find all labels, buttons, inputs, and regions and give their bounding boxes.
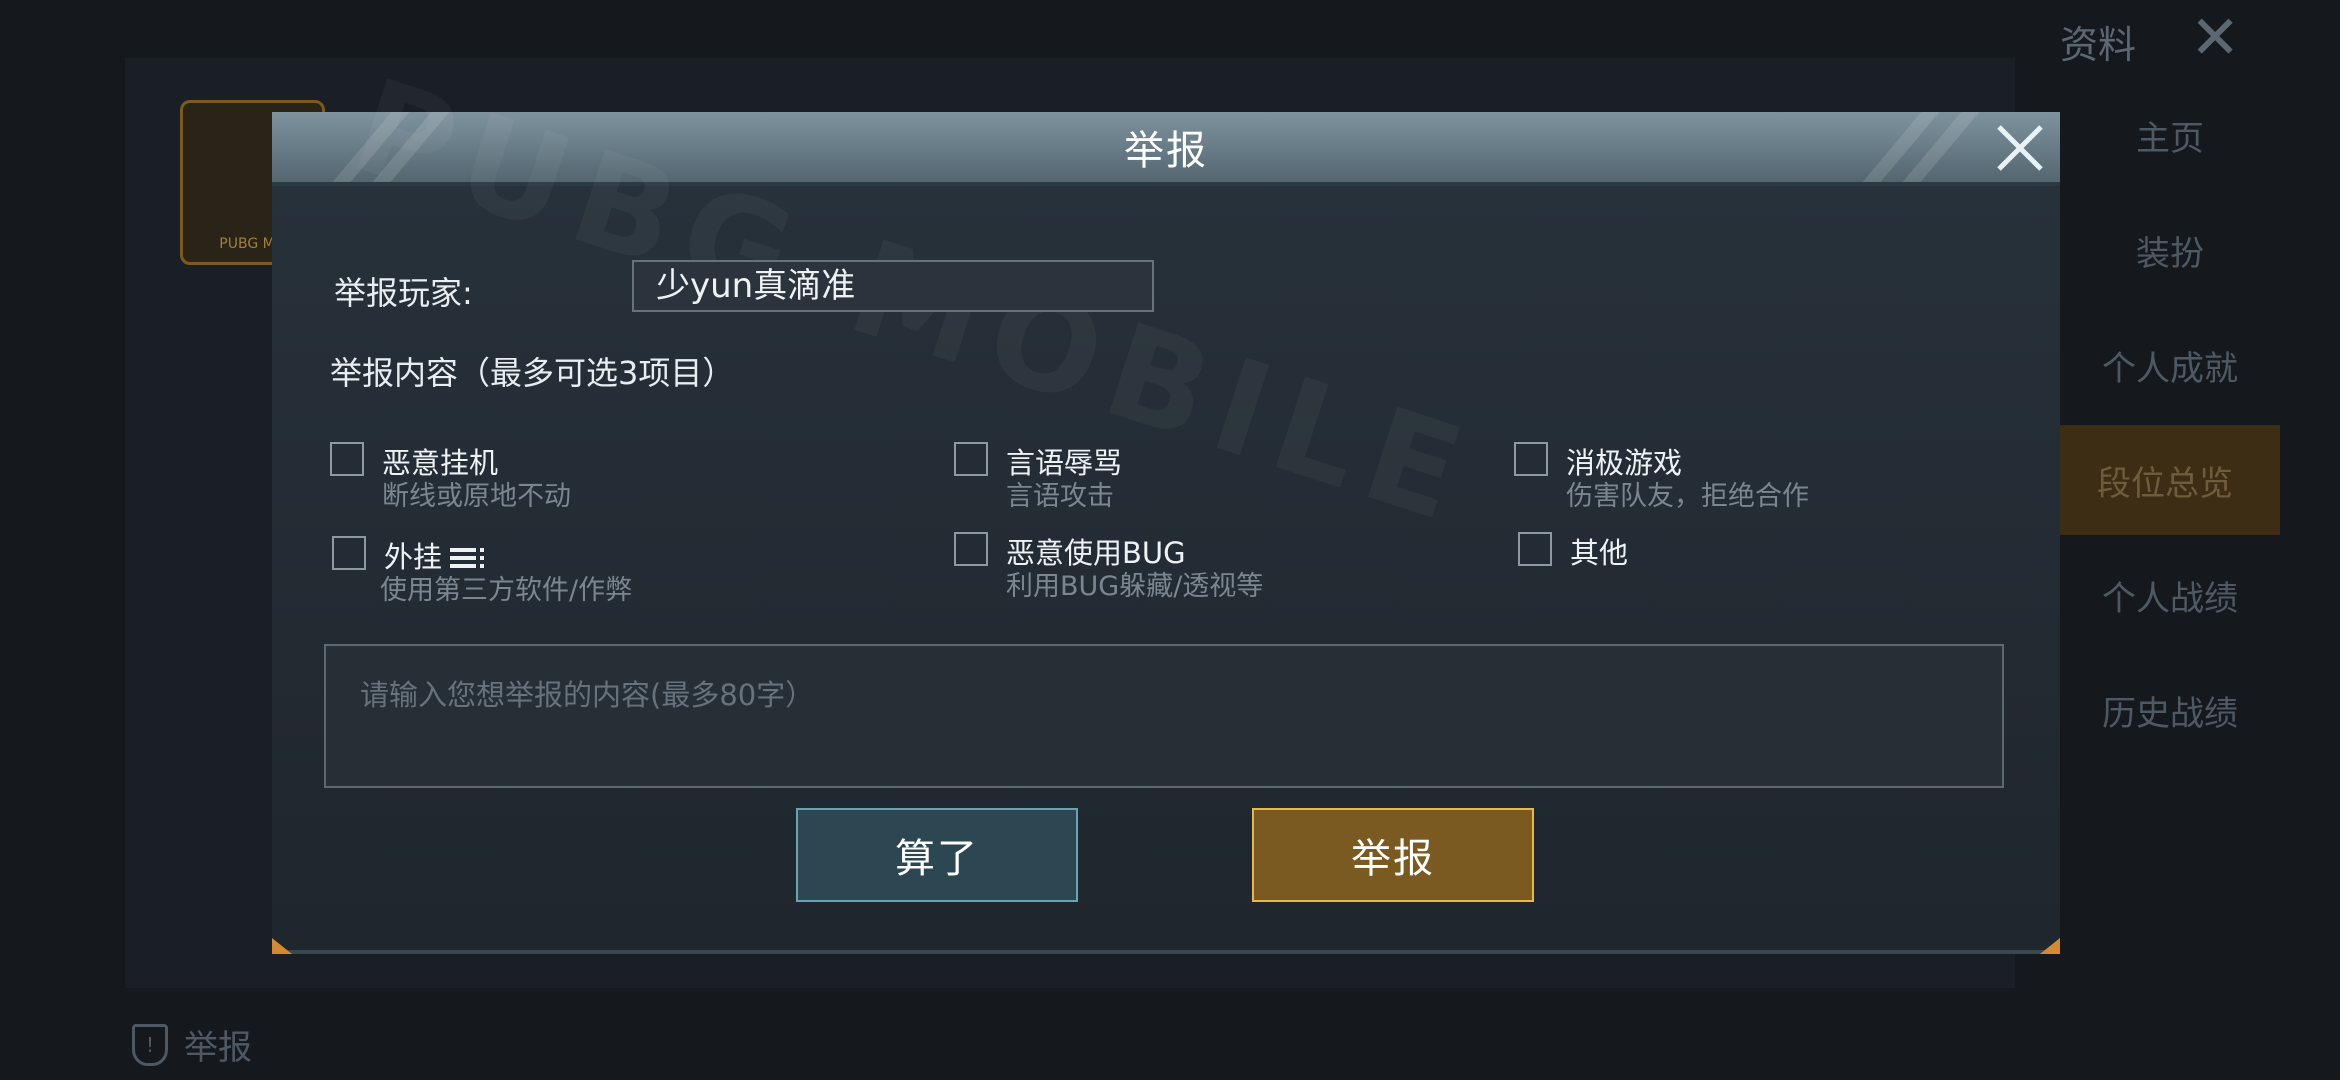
report-reason-textarea[interactable]: 请输入您想举报的内容(最多80字） [324, 644, 2004, 788]
player-name-field: 少yun真滴准 [632, 260, 1154, 312]
option-afk-subtitle: 断线或原地不动 [382, 481, 571, 512]
cancel-button[interactable]: 算了 [796, 808, 1078, 902]
profile-sidebar: 资料 ✕ 主页 装扮 个人成就 段位总览 个人战绩 历史战绩 [2030, 0, 2340, 1080]
checkbox-verbal-abuse[interactable] [954, 442, 988, 476]
submit-report-button[interactable]: 举报 [1252, 808, 1534, 902]
checkbox-afk[interactable] [330, 442, 364, 476]
sidebar-item-achievements[interactable]: 个人成就 [2030, 325, 2310, 405]
player-label: 举报玩家: [334, 274, 473, 312]
option-other-title: 其他 [1570, 536, 1629, 570]
corner-accent-left [272, 938, 292, 954]
background-report-link[interactable]: ! 举报 [132, 1020, 252, 1069]
background-report-label: 举报 [184, 1028, 252, 1068]
sidebar-title: 资料 [2060, 23, 2137, 67]
checkbox-cheat[interactable] [332, 536, 366, 570]
sidebar-close-icon[interactable]: ✕ [2190, 8, 2240, 68]
option-verbal-abuse-subtitle: 言语攻击 [1006, 481, 1114, 512]
option-negative-play-subtitle: 伤害队友，拒绝合作 [1566, 481, 1809, 512]
sidebar-item-history[interactable]: 历史战绩 [2030, 670, 2310, 750]
dialog-title: 举报 [1124, 128, 1208, 174]
checkbox-negative-play[interactable] [1514, 442, 1548, 476]
option-cheat-subtitle: 使用第三方软件/作弊 [380, 575, 633, 606]
sidebar-item-outfit[interactable]: 装扮 [2030, 210, 2310, 290]
corner-accent-right [2040, 938, 2060, 954]
close-button[interactable] [1988, 116, 2052, 180]
content-label: 举报内容（最多可选3项目） [330, 354, 735, 392]
sidebar-item-rank-overview[interactable]: 段位总览 [2050, 425, 2280, 535]
close-icon [1997, 125, 2043, 171]
dialog-body: PUBG MOBILE 举报玩家: 少yun真滴准 举报内容（最多可选3项目） … [272, 50, 2060, 954]
report-dialog: 举报 PUBG MOBILE 举报玩家: 少yun真滴准 举报内容（最多可选3项… [272, 50, 2060, 954]
sidebar-item-stats[interactable]: 个人战绩 [2030, 555, 2310, 635]
shield-icon: ! [132, 1023, 168, 1066]
option-bug-abuse-subtitle: 利用BUG躲藏/透视等 [1006, 571, 1264, 602]
checkbox-other[interactable] [1518, 532, 1552, 566]
checkbox-bug-abuse[interactable] [954, 532, 988, 566]
sidebar-item-home[interactable]: 主页 [2030, 95, 2310, 175]
